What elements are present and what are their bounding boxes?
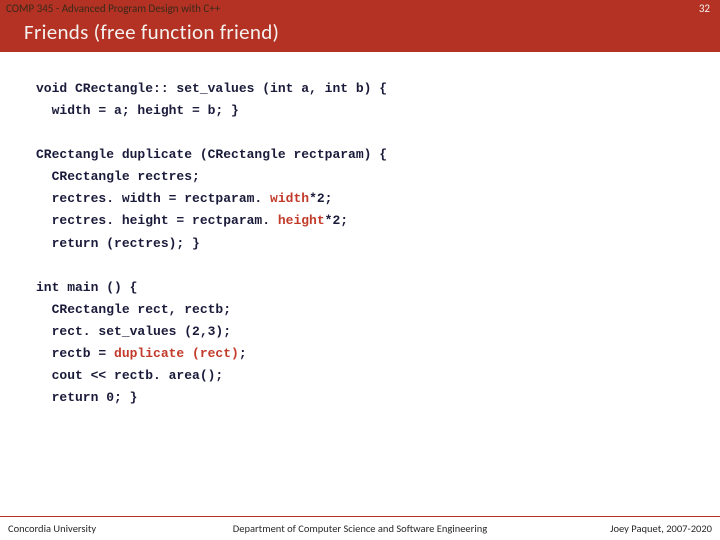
code-text: *2; [309,191,332,206]
code-line: CRectangle rect, rectb; [36,299,710,321]
code-line: CRectangle duplicate (CRectangle rectpar… [36,144,710,166]
code-line: rectres. height = rectparam. height*2; [36,210,710,232]
code-highlight: duplicate (rect) [106,346,239,361]
code-line: return 0; } [36,387,710,409]
code-line: cout << rectb. area(); [36,365,710,387]
code-block: void CRectangle:: set_values (int a, int… [0,52,720,409]
page-number: 32 [699,2,710,15]
footer-right: Joey Paquet, 2007-2020 [610,522,712,535]
code-line: rect. set_values (2,3); [36,321,710,343]
code-line: rectb = duplicate (rect); [36,343,710,365]
code-line: rectres. width = rectparam. width*2; [36,188,710,210]
code-line: CRectangle rectres; [36,166,710,188]
code-line: void CRectangle:: set_values (int a, int… [36,78,710,100]
code-highlight: height [270,213,325,228]
header-bar: COMP 345 - Advanced Program Design with … [0,0,720,52]
code-line: int main () { [36,277,710,299]
code-text: rectres. height = rectparam. [36,213,270,228]
footer-left: Concordia University [8,522,96,535]
code-text: rectres. width = rectparam. [36,191,262,206]
slide-title: Friends (free function friend) [0,15,720,45]
blank-line [36,122,710,144]
code-text: ; [239,346,247,361]
code-highlight: width [262,191,309,206]
code-text: *2; [325,213,348,228]
footer: Concordia University Department of Compu… [0,516,720,540]
code-line: width = a; height = b; } [36,100,710,122]
code-line: return (rectres); } [36,233,710,255]
blank-line [36,255,710,277]
course-title: COMP 345 - Advanced Program Design with … [0,0,720,15]
code-text: rectb = [36,346,106,361]
